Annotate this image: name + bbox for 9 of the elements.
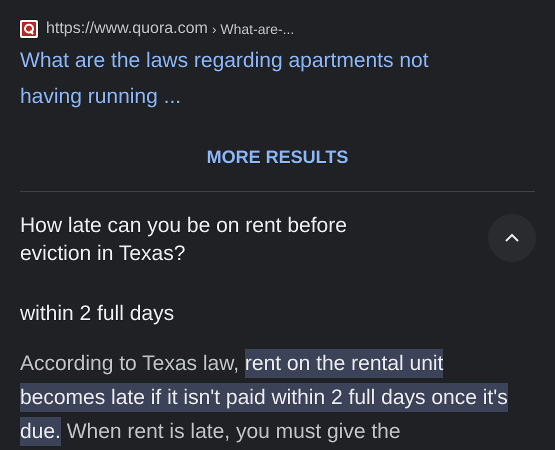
- result-breadcrumb: › What-are-...: [212, 20, 294, 39]
- chevron-up-icon: [505, 234, 519, 242]
- short-answer: within 2 full days: [20, 301, 176, 327]
- site-logo-icon: [20, 20, 38, 38]
- more-results-button[interactable]: MORE RESULTS: [198, 145, 356, 169]
- collapse-button[interactable]: [488, 214, 536, 262]
- result-title-link[interactable]: What are the laws regarding apartments not having running ...: [20, 43, 490, 115]
- question-text[interactable]: How late can you be on rent before eviction in Texas?: [20, 212, 410, 268]
- result-url: https://www.quora.com: [46, 19, 208, 39]
